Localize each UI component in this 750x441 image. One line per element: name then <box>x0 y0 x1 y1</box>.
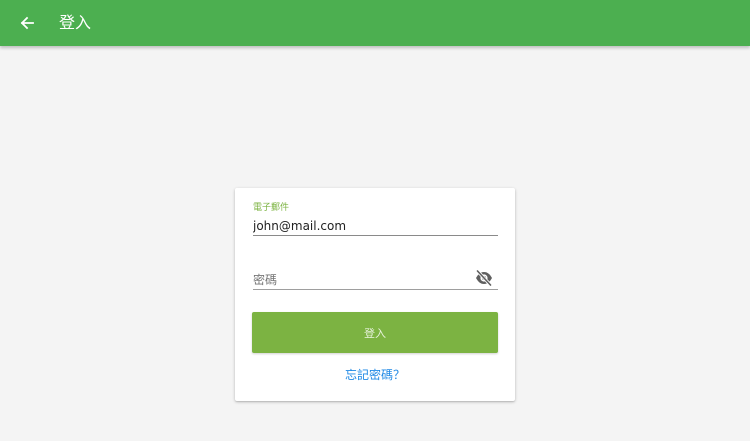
password-visibility-toggle[interactable] <box>474 269 494 287</box>
password-field-group <box>253 256 498 290</box>
page-title: 登入 <box>59 13 92 32</box>
email-field-group: 電子郵件 <box>253 202 498 236</box>
password-underline <box>253 289 498 290</box>
forgot-password-link[interactable]: 忘記密碼？ <box>235 367 515 383</box>
email-input[interactable] <box>253 218 498 234</box>
email-underline <box>253 235 498 236</box>
eye-off-icon <box>475 270 493 286</box>
email-label: 電子郵件 <box>253 203 290 213</box>
back-button[interactable] <box>14 10 40 36</box>
login-card: 電子郵件 登入 忘記密碼？ <box>235 188 515 401</box>
password-input[interactable] <box>253 271 498 289</box>
arrow-left-icon <box>20 16 34 30</box>
login-button[interactable]: 登入 <box>252 312 498 353</box>
app-bar: 登入 <box>0 0 750 46</box>
